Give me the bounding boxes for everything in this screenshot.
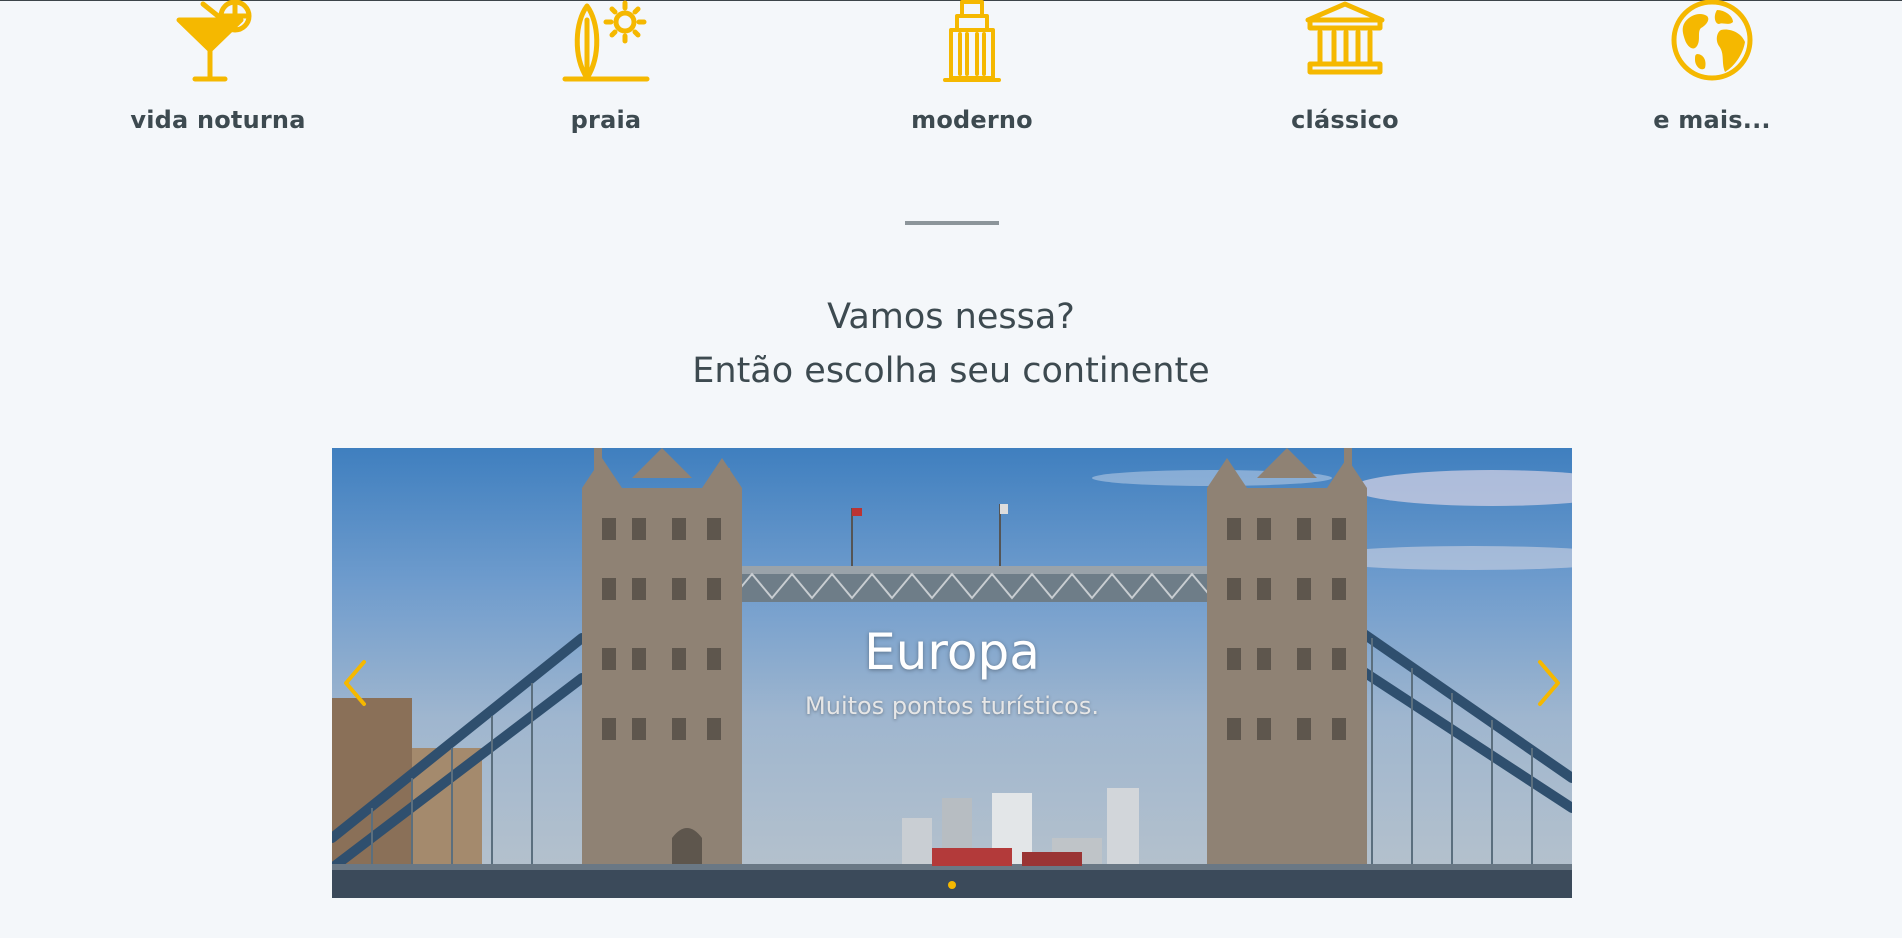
category-label: praia <box>570 106 642 134</box>
category-item-beach[interactable]: praia <box>476 0 736 134</box>
continent-carousel[interactable]: Europa Muitos pontos turísticos. <box>332 448 1572 898</box>
carousel-prev-button[interactable] <box>336 648 376 718</box>
carousel-next-button[interactable] <box>1528 648 1568 718</box>
slide-subtitle: Muitos pontos turísticos. <box>805 692 1099 720</box>
category-label: e mais... <box>1653 106 1771 134</box>
skyscraper-icon <box>943 0 1001 82</box>
category-list: vida noturna praia moderno clássico e ma… <box>0 0 1902 140</box>
cocktail-icon <box>176 0 252 82</box>
slide-title: Europa <box>864 623 1040 681</box>
category-item-classic[interactable]: clássico <box>1215 0 1475 134</box>
category-label: clássico <box>1291 106 1399 134</box>
category-label: moderno <box>911 106 1033 134</box>
heading-line-2: Então escolha seu continente <box>692 351 1210 391</box>
chevron-left-icon <box>344 660 366 706</box>
globe-icon <box>1671 0 1753 81</box>
category-item-nightlife[interactable]: vida noturna <box>88 0 348 134</box>
category-label: vida noturna <box>130 106 306 134</box>
carousel-indicators <box>332 874 1572 893</box>
section-divider <box>905 221 999 225</box>
section-heading: Vamos nessa? Então escolha seu continent… <box>0 290 1902 398</box>
category-item-modern[interactable]: moderno <box>842 0 1102 134</box>
chevron-right-icon <box>1538 660 1560 706</box>
category-item-more[interactable]: e mais... <box>1582 0 1842 134</box>
carousel-indicator-dot[interactable] <box>948 881 956 889</box>
temple-icon <box>1305 1 1385 75</box>
heading-line-1: Vamos nessa? <box>827 297 1075 337</box>
surfboard-sun-icon <box>562 0 650 82</box>
